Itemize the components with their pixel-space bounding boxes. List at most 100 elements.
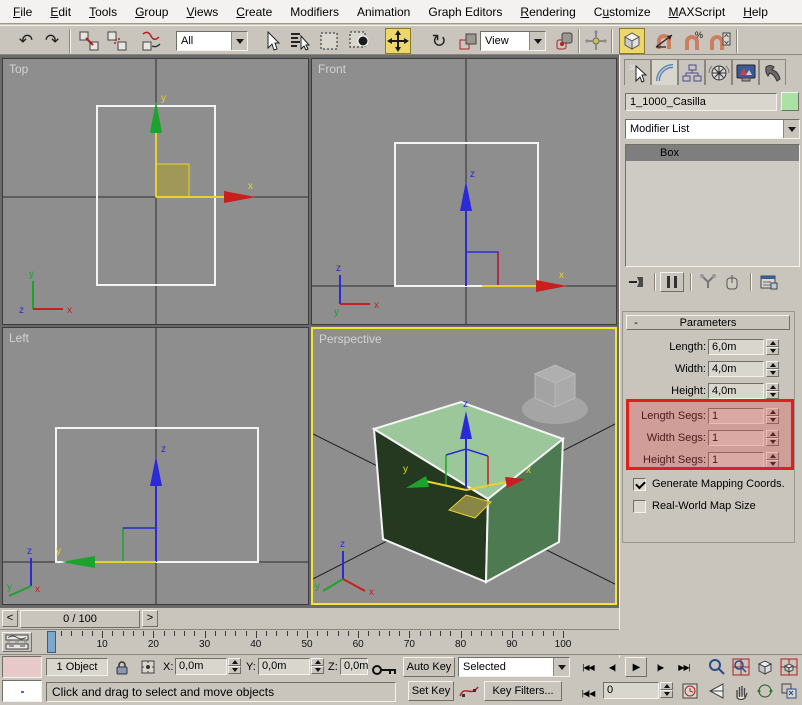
- menu-item-rendering[interactable]: Rendering: [511, 2, 584, 22]
- height-segs-spinner[interactable]: [766, 452, 779, 468]
- play-button[interactable]: ▶: [625, 657, 647, 677]
- make-unique-button[interactable]: [696, 272, 720, 292]
- key-mode-toggle-button[interactable]: |◀|◀: [577, 683, 599, 703]
- menu-item-maxscript[interactable]: MAXScript: [660, 2, 735, 22]
- tab-create[interactable]: [624, 59, 651, 85]
- menu-item-file[interactable]: File: [4, 2, 41, 22]
- remove-modifier-button[interactable]: [720, 272, 744, 292]
- use-pivot-point-center-button[interactable]: [551, 28, 577, 54]
- time-configuration-button[interactable]: [680, 681, 700, 701]
- tab-modify[interactable]: [651, 59, 678, 85]
- height-segs-field[interactable]: 1: [708, 452, 764, 468]
- modifier-list-dropdown[interactable]: Modifier List: [625, 119, 800, 139]
- selection-filter-dropdown[interactable]: All: [176, 31, 248, 51]
- height-field[interactable]: 4,0m: [708, 383, 764, 399]
- length-segs-spinner[interactable]: [766, 408, 779, 424]
- object-color-swatch[interactable]: [781, 92, 799, 111]
- current-frame-marker[interactable]: [47, 631, 56, 653]
- length-field[interactable]: 6,0m: [708, 339, 764, 355]
- menu-item-tools[interactable]: Tools: [80, 2, 126, 22]
- percent-snap-toggle-button[interactable]: %: [680, 28, 706, 54]
- select-and-move-button[interactable]: [385, 28, 411, 54]
- maximize-viewport-toggle-button[interactable]: [778, 681, 800, 701]
- undo-button[interactable]: ↶: [13, 28, 39, 54]
- window-crossing-toggle-button[interactable]: [346, 28, 372, 54]
- tab-hierarchy[interactable]: [678, 59, 705, 85]
- viewport-left[interactable]: Left z y z y x: [2, 327, 309, 605]
- modifier-stack-item-box[interactable]: Box: [626, 145, 799, 161]
- go-to-start-button[interactable]: |◀◀: [577, 657, 599, 677]
- maxscript-listener-pink[interactable]: [2, 656, 42, 678]
- set-key-button[interactable]: Set Key: [408, 681, 454, 701]
- viewport-front[interactable]: Front z x z x y: [311, 58, 617, 325]
- select-object-button[interactable]: [258, 28, 284, 54]
- x-coordinate-spinner[interactable]: [228, 658, 241, 674]
- select-and-manipulate-button[interactable]: [583, 28, 609, 54]
- viewport-perspective[interactable]: Perspective z y x z y x: [311, 327, 617, 605]
- object-name-field[interactable]: 1_1000_Casilla: [625, 93, 777, 111]
- absolute-mode-transform-toggle[interactable]: [138, 658, 158, 676]
- new-key-default-in-out-tangents-button[interactable]: [458, 681, 480, 701]
- field-of-view-button[interactable]: [706, 681, 728, 701]
- width-field[interactable]: 4,0m: [708, 361, 764, 377]
- menu-item-group[interactable]: Group: [126, 2, 177, 22]
- menu-item-animation[interactable]: Animation: [348, 2, 419, 22]
- menu-item-customize[interactable]: Customize: [585, 2, 660, 22]
- width-spinner[interactable]: [766, 361, 779, 377]
- height-spinner[interactable]: [766, 383, 779, 399]
- time-slider-thumb[interactable]: 0 / 100: [20, 610, 140, 628]
- y-coordinate-spinner[interactable]: [311, 658, 324, 674]
- current-frame-field[interactable]: 0: [603, 682, 659, 699]
- unlink-selection-button[interactable]: [104, 28, 130, 54]
- maxscript-listener-white[interactable]: [2, 680, 42, 702]
- menu-item-create[interactable]: Create: [227, 2, 281, 22]
- zoom-extents-button[interactable]: [754, 657, 776, 677]
- width-segs-field[interactable]: 1: [708, 430, 764, 446]
- y-coordinate-field[interactable]: 0,0m: [258, 658, 310, 675]
- selection-lock-toggle[interactable]: [112, 658, 132, 676]
- configure-modifier-sets-button[interactable]: [757, 272, 781, 292]
- angle-snap-toggle-button[interactable]: [651, 28, 677, 54]
- zoom-button[interactable]: [706, 657, 728, 677]
- select-and-link-button[interactable]: [76, 28, 102, 54]
- select-and-scale-button[interactable]: [455, 28, 481, 54]
- time-slider-forward-button[interactable]: >: [142, 610, 158, 627]
- menu-item-views[interactable]: Views: [177, 2, 227, 22]
- redo-button[interactable]: ↷: [39, 28, 65, 54]
- length-segs-field[interactable]: 1: [708, 408, 764, 424]
- snaps-toggle-button[interactable]: [619, 28, 645, 54]
- arc-rotate-button[interactable]: [754, 681, 776, 701]
- zoom-extents-all-button[interactable]: [778, 657, 800, 677]
- width-segs-spinner[interactable]: [766, 430, 779, 446]
- bind-to-space-warp-button[interactable]: [138, 28, 164, 54]
- menu-item-graph-editors[interactable]: Graph Editors: [419, 2, 511, 22]
- real-world-map-size-checkbox[interactable]: [633, 499, 646, 513]
- x-coordinate-field[interactable]: 0,0m: [175, 658, 227, 675]
- tab-utilities[interactable]: [759, 59, 786, 85]
- current-frame-spinner[interactable]: [660, 682, 673, 698]
- rectangular-selection-region-button[interactable]: [316, 28, 342, 54]
- time-slider-back-button[interactable]: <: [2, 610, 18, 627]
- select-and-rotate-button[interactable]: ↻: [426, 28, 452, 54]
- length-spinner[interactable]: [766, 339, 779, 355]
- viewport-top[interactable]: Top y x y x z: [2, 58, 309, 325]
- open-mini-curve-editor-button[interactable]: [2, 632, 32, 652]
- track-bar-ruler[interactable]: 0102030405060708090100: [34, 630, 618, 655]
- set-keys-key-button[interactable]: [371, 660, 399, 680]
- key-filters-button[interactable]: Key Filters...: [484, 681, 562, 701]
- select-by-name-button[interactable]: [286, 28, 312, 54]
- zoom-all-button[interactable]: [730, 657, 752, 677]
- selected-filter-dropdown[interactable]: Selected: [458, 657, 570, 677]
- auto-key-button[interactable]: Auto Key: [403, 657, 455, 677]
- show-end-result-button[interactable]: [660, 272, 684, 292]
- next-frame-button[interactable]: |▶: [649, 657, 671, 677]
- parameters-rollout-header[interactable]: - Parameters: [626, 315, 790, 330]
- menu-item-modifiers[interactable]: Modifiers: [281, 2, 348, 22]
- menu-item-help[interactable]: Help: [734, 2, 777, 22]
- spinner-snap-toggle-button[interactable]: [706, 28, 732, 54]
- menu-item-edit[interactable]: Edit: [41, 2, 80, 22]
- pin-stack-button[interactable]: [626, 272, 650, 292]
- tab-motion[interactable]: [705, 59, 732, 85]
- z-coordinate-field[interactable]: 0,0m: [340, 658, 368, 675]
- previous-frame-button[interactable]: ◀|: [601, 657, 623, 677]
